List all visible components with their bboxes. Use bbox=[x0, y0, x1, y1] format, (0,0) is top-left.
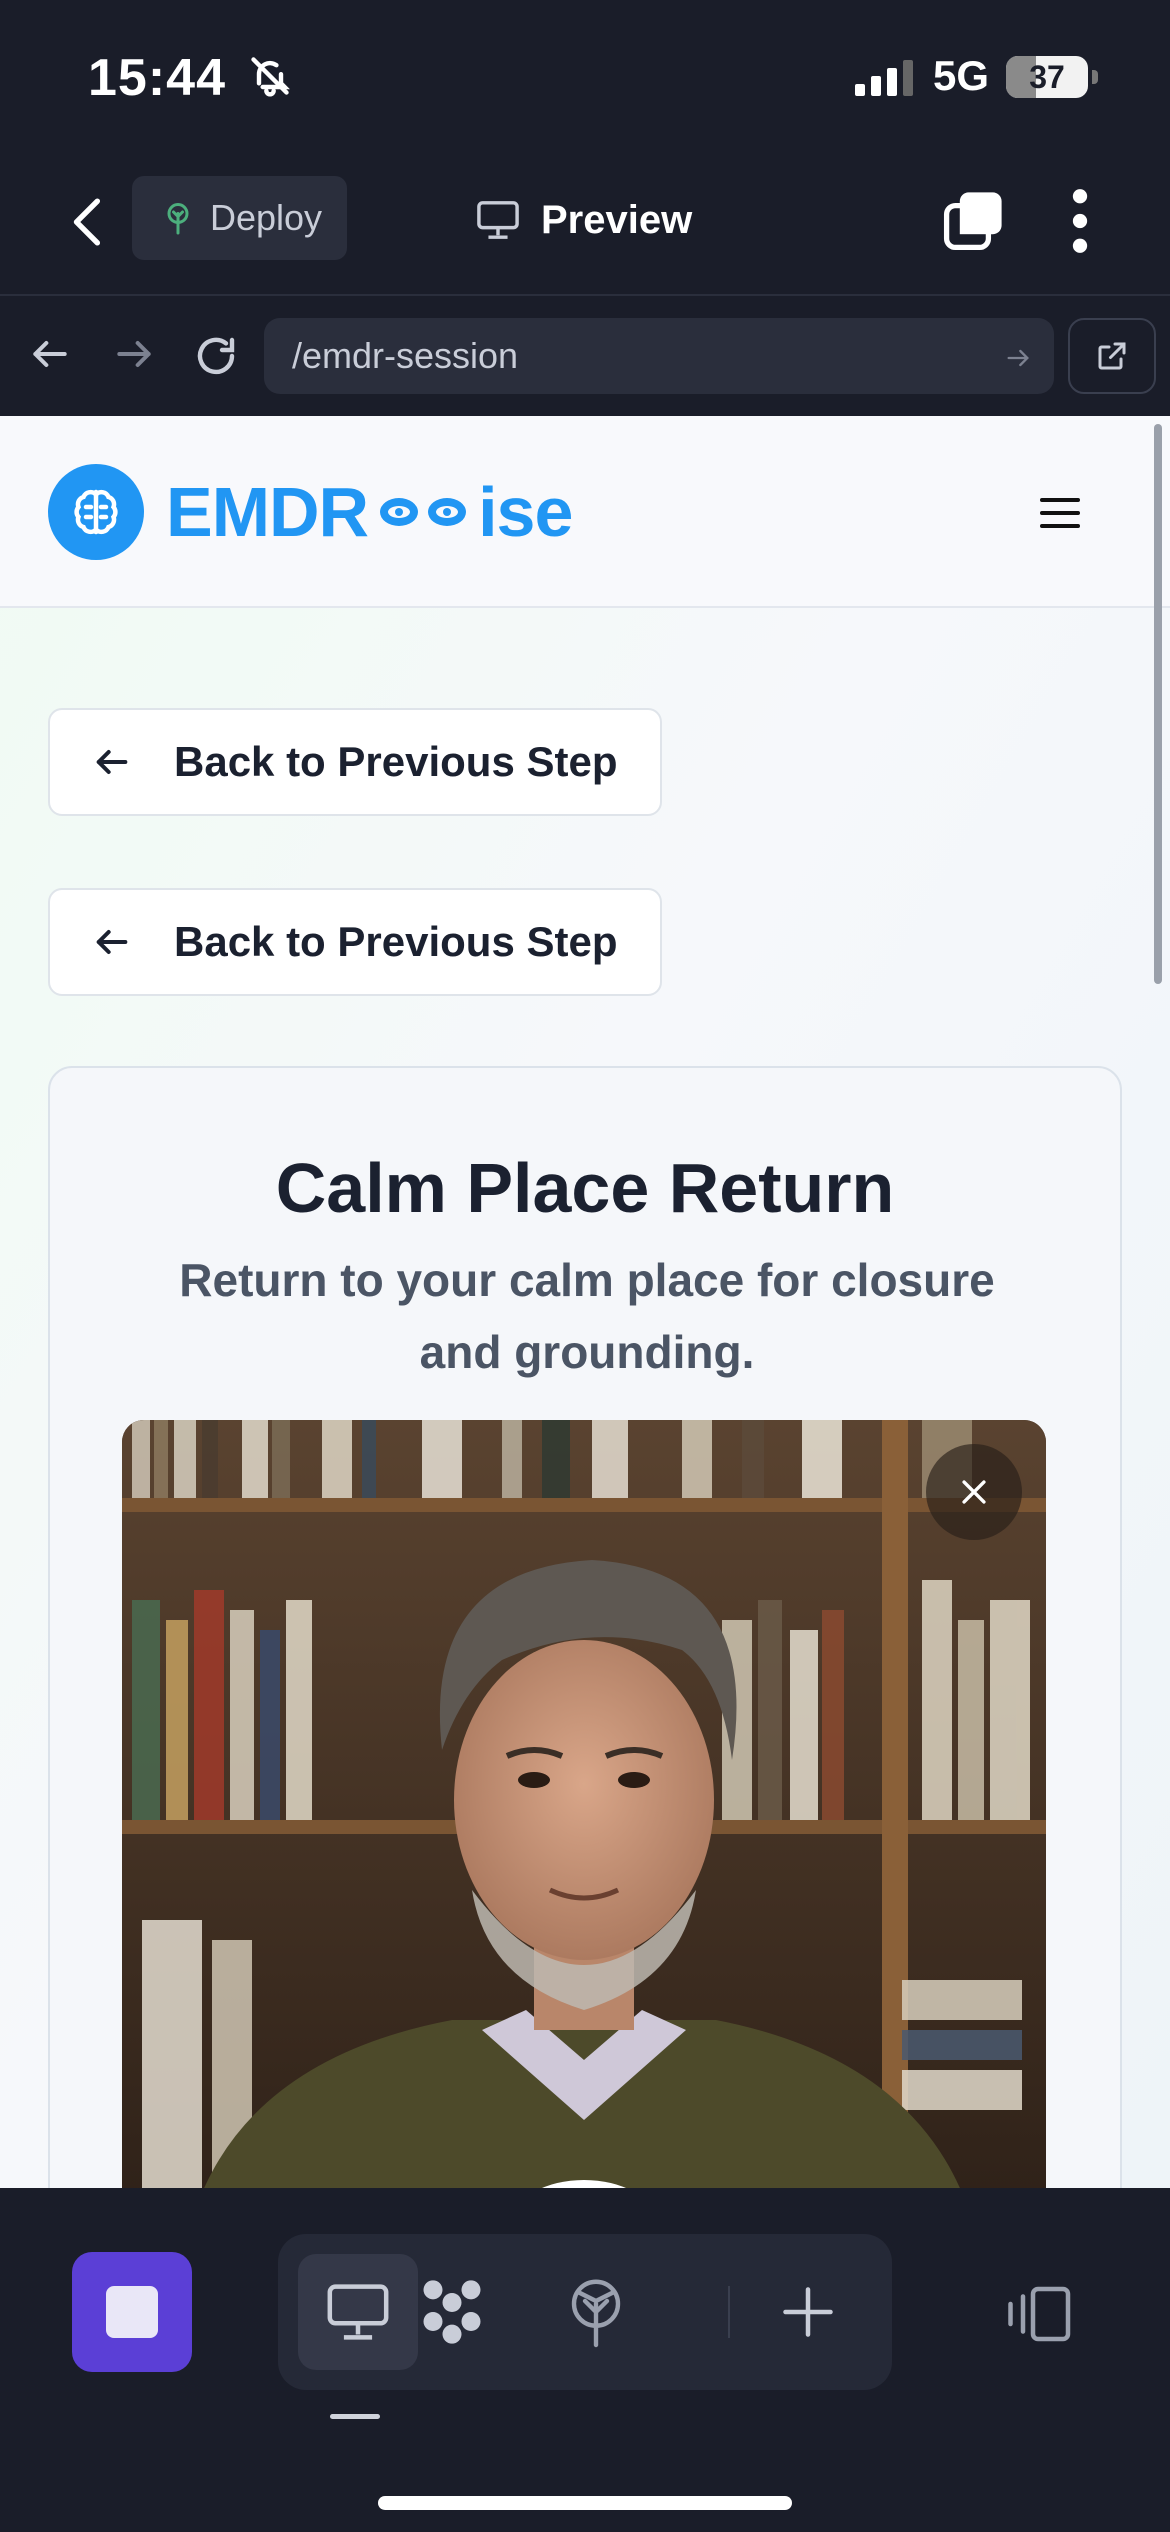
tabs-icon[interactable] bbox=[940, 188, 1006, 254]
url-toolbar: /emdr-session bbox=[0, 296, 1170, 416]
page-scrollbar[interactable] bbox=[1154, 424, 1162, 984]
site-logo[interactable]: EMDR ise bbox=[166, 472, 573, 552]
session-title: Calm Place Return bbox=[275, 1149, 895, 1227]
monitor-icon bbox=[477, 201, 519, 239]
arrow-left-icon bbox=[96, 930, 128, 954]
app-top-bar: Deploy Preview bbox=[0, 150, 1170, 296]
workflow-button[interactable] bbox=[392, 2254, 512, 2370]
arrow-right-icon[interactable] bbox=[112, 332, 156, 376]
reload-icon[interactable] bbox=[192, 332, 240, 380]
toolbar-divider bbox=[728, 2286, 730, 2338]
therapist-video-image bbox=[122, 1420, 1046, 2188]
battery-icon: 37 bbox=[1006, 56, 1088, 98]
network-type: 5G bbox=[933, 52, 990, 99]
external-link-icon bbox=[1098, 342, 1126, 370]
status-time: 15:44 bbox=[88, 49, 226, 107]
web-preview: EMDR ise Back to Previous Step Back to P… bbox=[0, 416, 1170, 2188]
logo-text-right: ise bbox=[478, 473, 573, 551]
preview-label: Preview bbox=[541, 197, 693, 242]
logo-eyes-icon bbox=[380, 498, 467, 526]
add-button[interactable] bbox=[748, 2254, 868, 2370]
back-to-previous-step-button[interactable]: Back to Previous Step bbox=[48, 888, 662, 996]
open-external-button[interactable] bbox=[1068, 318, 1156, 394]
close-icon bbox=[962, 1480, 986, 1504]
back-button-label: Back to Previous Step bbox=[174, 738, 618, 785]
nodes-icon bbox=[423, 2280, 481, 2344]
deploy-tree-icon bbox=[571, 2279, 621, 2348]
bell-muted-icon bbox=[251, 57, 290, 97]
chevron-left-icon[interactable] bbox=[64, 192, 114, 252]
preview-title: Preview bbox=[475, 190, 692, 250]
back-to-previous-step-button[interactable]: Back to Previous Step bbox=[48, 708, 662, 816]
url-text: /emdr-session bbox=[292, 335, 519, 376]
session-subtitle: Return to your calm place for closure an… bbox=[179, 1254, 995, 1378]
arrow-left-icon[interactable] bbox=[28, 332, 72, 376]
therapist-video[interactable] bbox=[122, 1420, 1046, 2188]
brain-logo-icon[interactable] bbox=[48, 464, 144, 560]
view-mode-toolbar bbox=[278, 2234, 892, 2390]
plus-icon bbox=[783, 2287, 833, 2337]
monitor-icon bbox=[327, 2284, 389, 2340]
status-bar: 15:44 5G 37 bbox=[0, 0, 1170, 150]
back-button-label: Back to Previous Step bbox=[174, 918, 618, 965]
signal-icon bbox=[855, 60, 913, 96]
close-video-button[interactable] bbox=[926, 1444, 1022, 1540]
stop-button[interactable] bbox=[72, 2252, 192, 2372]
go-arrow-icon[interactable] bbox=[1004, 344, 1032, 372]
deploy-button[interactable]: Deploy bbox=[132, 176, 347, 260]
logo-text-left: EMDR bbox=[166, 473, 369, 551]
session-card: Calm Place Return Return to your calm pl… bbox=[48, 1066, 1122, 2188]
battery-tip bbox=[1092, 70, 1098, 84]
deploy-label: Deploy bbox=[210, 197, 323, 238]
stop-icon bbox=[106, 2286, 158, 2338]
url-input[interactable]: /emdr-session bbox=[264, 318, 1054, 394]
bottom-dock bbox=[0, 2188, 1170, 2532]
hamburger-menu-icon[interactable] bbox=[1040, 498, 1080, 537]
device-layout-icon[interactable] bbox=[1000, 2284, 1076, 2344]
battery-percent: 37 bbox=[1029, 59, 1065, 95]
home-indicator[interactable] bbox=[378, 2496, 792, 2510]
site-header: EMDR ise bbox=[0, 416, 1170, 608]
arrow-left-icon bbox=[96, 750, 128, 774]
deploy-tree-icon bbox=[167, 203, 189, 235]
active-tool-indicator bbox=[330, 2414, 380, 2419]
more-options-icon[interactable] bbox=[1068, 188, 1092, 254]
deploy-tab-button[interactable] bbox=[536, 2254, 656, 2370]
